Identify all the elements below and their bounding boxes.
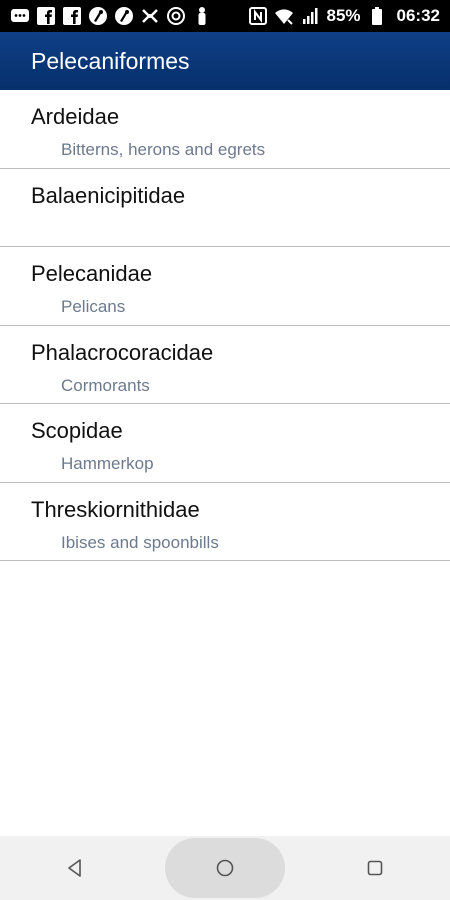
figure-icon: [192, 6, 212, 26]
messages-icon: [10, 6, 30, 26]
family-list: Ardeidae Bitterns, herons and egrets Bal…: [0, 90, 450, 561]
recents-button[interactable]: [315, 836, 435, 900]
family-common-name: Bitterns, herons and egrets: [61, 140, 266, 159]
list-item[interactable]: Pelecanidae Pelicans: [0, 247, 450, 326]
tune-icon: [88, 6, 108, 26]
family-name: Pelecanidae: [31, 261, 153, 286]
back-button[interactable]: [15, 836, 135, 900]
wifi-icon: [274, 6, 294, 26]
list-item[interactable]: Threskiornithidae Ibises and spoonbills: [0, 483, 450, 561]
family-common-name: Pelicans: [61, 297, 126, 316]
at-sign-icon: [166, 6, 186, 26]
clock: 06:32: [396, 6, 440, 25]
battery-icon: [367, 6, 387, 26]
page-title: Pelecaniformes: [31, 47, 190, 74]
tune-icon: [114, 6, 134, 26]
list-item[interactable]: Phalacrocoracidae Cormorants: [0, 326, 450, 404]
app-bar: Pelecaniformes: [0, 32, 450, 90]
family-common-name: Cormorants: [61, 375, 150, 395]
family-name: Scopidae: [31, 418, 123, 443]
family-common-name: Hammerkop: [61, 454, 154, 473]
nfc-icon: [248, 6, 268, 26]
status-bar: 85% 06:32: [0, 0, 450, 32]
home-button[interactable]: [165, 836, 285, 900]
home-pill[interactable]: [165, 838, 285, 898]
battery-percent: 85%: [326, 6, 361, 25]
facebook-icon: [36, 6, 56, 26]
notification-icons: [10, 6, 212, 26]
family-name: Balaenicipitidae: [31, 182, 186, 208]
facebook-icon: [62, 6, 82, 26]
fan-icon: [140, 6, 160, 26]
family-name: Threskiornithidae: [31, 496, 200, 522]
list-item[interactable]: Ardeidae Bitterns, herons and egrets: [0, 90, 450, 169]
system-icons: 85% 06:32: [248, 6, 440, 26]
signal-icon: [300, 6, 320, 26]
family-name: Ardeidae: [31, 104, 120, 129]
navigation-bar: [0, 836, 450, 900]
list-item[interactable]: Balaenicipitidae: [0, 169, 450, 247]
family-common-name: Ibises and spoonbills: [61, 532, 219, 552]
list-item[interactable]: Scopidae Hammerkop: [0, 404, 450, 483]
home-icon: [216, 859, 234, 877]
family-name: Phalacrocoracidae: [31, 339, 214, 365]
back-icon: [68, 859, 81, 877]
recents-icon: [367, 860, 383, 876]
